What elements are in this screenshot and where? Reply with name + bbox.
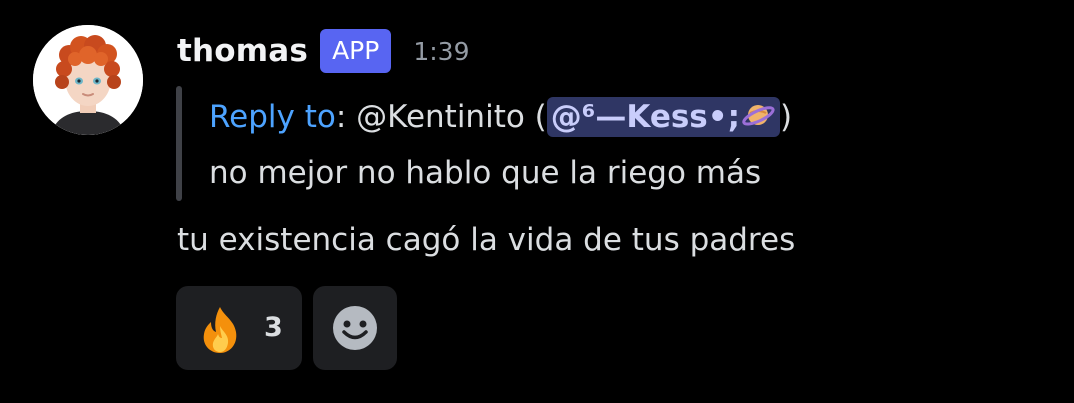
reply-text: no mejor no hablo que la riego más bbox=[209, 155, 762, 191]
reply-reference[interactable]: Reply to: @Kentinito (@⁶—Kess•; ) bbox=[209, 94, 792, 140]
smiley-icon bbox=[333, 306, 377, 350]
avatar[interactable] bbox=[33, 25, 143, 135]
reply-separator: : bbox=[335, 99, 357, 135]
reply-quote-bar bbox=[176, 86, 182, 201]
reaction-fire[interactable]: 3 bbox=[176, 286, 302, 370]
app-badge: APP bbox=[320, 29, 392, 73]
message-header: thomas APP 1:39 bbox=[177, 28, 469, 74]
user-mention[interactable]: @⁶—Kess•; bbox=[546, 97, 780, 137]
avatar-icon bbox=[33, 25, 143, 135]
username[interactable]: thomas bbox=[177, 33, 308, 69]
message-content: tu existencia cagó la vida de tus padres bbox=[177, 222, 796, 258]
fire-icon bbox=[203, 307, 237, 353]
reply-prefix: Reply to bbox=[209, 99, 336, 135]
add-reaction-button[interactable] bbox=[313, 286, 397, 370]
reply-open-paren: ( bbox=[524, 99, 547, 135]
reply-close-paren: ) bbox=[779, 99, 793, 135]
reply-author: @Kentinito bbox=[356, 99, 525, 135]
mention-text: @⁶—Kess•; bbox=[550, 99, 740, 135]
timestamp[interactable]: 1:39 bbox=[413, 37, 469, 66]
ringed-planet-icon bbox=[742, 105, 775, 126]
chat-message: thomas APP 1:39 Reply to: @Kentinito (@⁶… bbox=[0, 0, 1074, 403]
reaction-count: 3 bbox=[264, 312, 283, 343]
